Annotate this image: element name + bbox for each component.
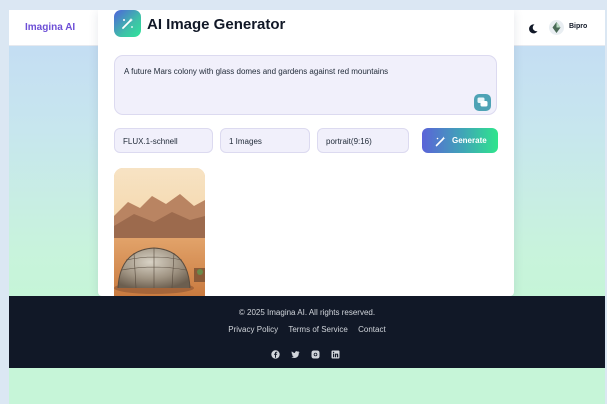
avatar-icon[interactable] <box>549 20 564 35</box>
generate-label: Generate <box>452 136 487 145</box>
prompt-input[interactable]: A future Mars colony with glass domes an… <box>114 55 497 115</box>
page-background: Imagina AI Bipro AI Image Generator A fu… <box>9 10 605 404</box>
generator-card: AI Image Generator A future Mars colony … <box>98 10 514 296</box>
aspect-ratio-select[interactable]: portrait(9:16) <box>317 128 409 153</box>
model-select-value: FLUX.1-schnell <box>123 137 178 146</box>
linkedin-icon[interactable] <box>331 346 340 359</box>
image-count-value: 1 Images <box>229 137 262 146</box>
chat-bubbles-icon[interactable] <box>474 94 491 111</box>
moon-icon[interactable] <box>527 22 539 34</box>
user-name[interactable]: Bipro <box>569 23 587 30</box>
contact-link[interactable]: Contact <box>358 325 386 334</box>
footer-copyright: © 2025 Imagina AI. All rights reserved. <box>238 308 376 317</box>
page-title: AI Image Generator <box>147 16 286 33</box>
terms-of-service-link[interactable]: Terms of Service <box>288 325 348 334</box>
magic-wand-icon <box>114 10 141 37</box>
instagram-icon[interactable] <box>311 346 320 359</box>
model-select[interactable]: FLUX.1-schnell <box>114 128 213 153</box>
prompt-text[interactable]: A future Mars colony with glass domes an… <box>124 67 388 76</box>
mars-colony-dome-image[interactable] <box>114 168 205 296</box>
generate-button[interactable]: Generate <box>422 128 498 153</box>
privacy-policy-link[interactable]: Privacy Policy <box>228 325 278 334</box>
aspect-ratio-value: portrait(9:16) <box>326 137 372 146</box>
twitter-icon[interactable] <box>291 346 300 358</box>
social-links <box>271 346 351 359</box>
footer-links: Privacy Policy Terms of Service Contact <box>9 325 605 334</box>
footer: © 2025 Imagina AI. All rights reserved. … <box>9 296 605 368</box>
magic-wand-icon <box>435 136 446 147</box>
image-count-select[interactable]: 1 Images <box>220 128 310 153</box>
facebook-icon[interactable] <box>271 346 280 359</box>
brand-logo[interactable]: Imagina AI <box>25 22 75 33</box>
